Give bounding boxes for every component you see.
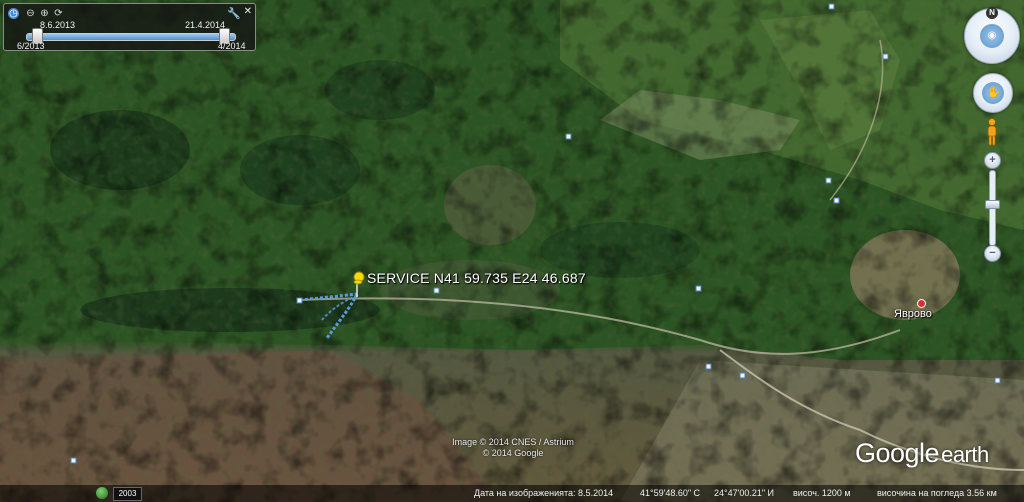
range-start-label: 6/2013 bbox=[17, 41, 45, 51]
zoom-in-icon[interactable]: ⊕ bbox=[39, 8, 50, 19]
clock-icon[interactable]: ◷ bbox=[8, 8, 19, 19]
zoom-handle[interactable] bbox=[985, 200, 1000, 209]
zoom-out-icon[interactable]: ⊖ bbox=[25, 8, 36, 19]
village-marker[interactable] bbox=[917, 299, 926, 308]
close-icon[interactable]: ✕ bbox=[244, 6, 252, 17]
compass-control[interactable]: N ◉ bbox=[964, 7, 1020, 64]
eye-icon[interactable]: ◉ bbox=[987, 31, 997, 41]
imagery-date: Дата на изображенията: 8.5.2014 bbox=[474, 488, 614, 498]
pan-control[interactable]: ✋ bbox=[973, 73, 1013, 113]
village-label[interactable]: Яврово bbox=[894, 308, 932, 320]
logo-earth-text: earth bbox=[941, 442, 989, 467]
imagery-credit-line1: Image © 2014 CNES / Astrium bbox=[452, 437, 574, 447]
eye-altitude-readout: височина на погледа 3.56 км bbox=[877, 488, 997, 498]
wrench-icon[interactable]: 🔧 bbox=[227, 7, 241, 20]
longitude-readout: 24°47'00.21" И bbox=[714, 488, 775, 498]
satellite-map[interactable]: ◷ ⊖ ⊕ ⟳ 8.6.2013 21.4.2014 6/2013 4/2014… bbox=[0, 0, 1024, 502]
range-end-label: 4/2014 bbox=[218, 41, 246, 51]
imagery-credit: Image © 2014 CNES / Astrium © 2014 Googl… bbox=[446, 437, 580, 459]
google-earth-logo: Googleearth bbox=[855, 438, 989, 469]
zoom-slider[interactable]: + − bbox=[983, 152, 1001, 262]
imagery-credit-line2: © 2014 Google bbox=[482, 448, 544, 458]
street-view-pegman-icon[interactable] bbox=[985, 118, 999, 146]
pushpin-icon[interactable] bbox=[351, 271, 367, 297]
year-badge[interactable]: 2003 bbox=[113, 487, 142, 501]
status-bar: 2003 Дата на изображенията: 8.5.2014 41°… bbox=[0, 485, 1024, 502]
time-slider-track[interactable] bbox=[26, 33, 236, 41]
satellite-imagery bbox=[0, 0, 1024, 502]
hand-icon[interactable]: ✋ bbox=[987, 86, 1001, 99]
zoom-in-button[interactable]: + bbox=[984, 152, 1001, 169]
logo-google-text: Google bbox=[855, 438, 940, 468]
historical-imagery-slider[interactable]: ◷ ⊖ ⊕ ⟳ 8.6.2013 21.4.2014 6/2013 4/2014… bbox=[3, 3, 256, 51]
latitude-readout: 41°59'48.60" С bbox=[640, 488, 701, 498]
north-indicator[interactable]: N bbox=[986, 7, 998, 19]
globe-icon[interactable] bbox=[96, 487, 108, 499]
zoom-out-button[interactable]: − bbox=[984, 245, 1001, 262]
selected-date-left: 8.6.2013 bbox=[40, 20, 76, 30]
elevation-readout: височ. 1200 м bbox=[793, 488, 851, 498]
placemark-label[interactable]: SERVICE N41 59.735 E24 46.687 bbox=[367, 270, 586, 286]
play-icon[interactable]: ⟳ bbox=[53, 8, 64, 19]
